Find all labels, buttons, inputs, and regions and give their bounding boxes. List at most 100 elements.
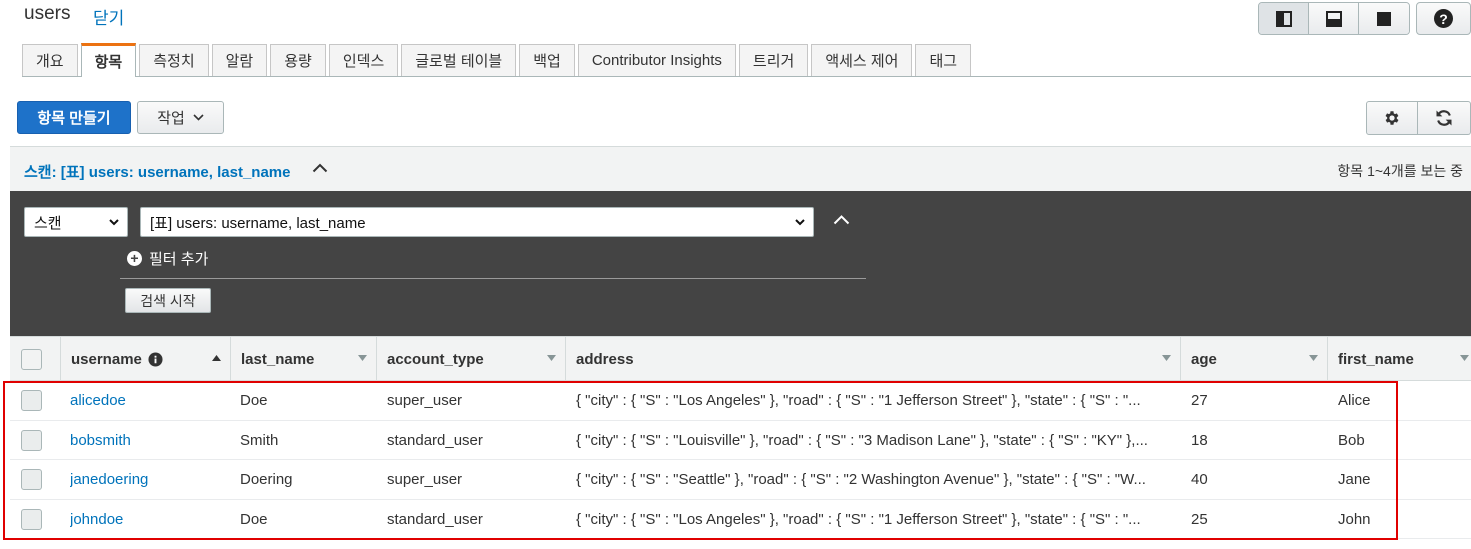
help-button[interactable]: ? xyxy=(1416,2,1471,35)
tab-6[interactable]: 글로벌 테이블 xyxy=(401,44,517,76)
cell-username[interactable]: alicedoe xyxy=(70,381,220,420)
cell-first-name: John xyxy=(1338,510,1371,528)
info-icon[interactable] xyxy=(148,351,163,367)
row-checkbox[interactable] xyxy=(21,469,42,490)
cell-last-name: Smith xyxy=(240,431,279,449)
cell-account-type: super_user xyxy=(387,392,463,409)
settings-button[interactable] xyxy=(1366,101,1418,135)
table-header: username last_name account_type address … xyxy=(10,336,1471,381)
column-header-first-name[interactable]: first_name xyxy=(1327,337,1471,381)
row-checkbox[interactable] xyxy=(21,390,42,411)
chevron-down-icon xyxy=(109,219,119,226)
full-view-button[interactable] xyxy=(1359,3,1409,34)
start-search-button[interactable]: 검색 시작 xyxy=(125,288,211,313)
column-label-username: username xyxy=(71,350,142,368)
sort-icon xyxy=(358,355,367,361)
refresh-button[interactable] xyxy=(1418,101,1471,135)
column-label-address: address xyxy=(576,350,634,368)
cell-username[interactable]: johndoe xyxy=(70,500,220,539)
table-body: alicedoe Doe super_user { "city" : { "S" : … xyxy=(10,381,1471,539)
cell-first-name: Jane xyxy=(1338,471,1371,488)
tab-9[interactable]: 트리거 xyxy=(738,44,809,76)
scan-summary-title[interactable]: 스캔: [표] users: username, last_name xyxy=(24,161,291,182)
filter-divider xyxy=(120,278,866,279)
split-horizontal-icon xyxy=(1325,10,1342,27)
scan-target-value: [표] users: username, last_name xyxy=(150,214,366,232)
full-view-icon xyxy=(1377,11,1391,26)
row-select-cell xyxy=(21,500,51,539)
row-select-cell xyxy=(21,460,51,499)
cell-first-name: Alice xyxy=(1338,392,1371,409)
refresh-icon xyxy=(1436,110,1452,126)
tab-10[interactable]: 액세스 제어 xyxy=(811,44,913,76)
column-label-account-type: account_type xyxy=(387,350,484,368)
table-row[interactable]: janedoering Doering super_user { "city" : {… xyxy=(10,460,1471,500)
table-row[interactable]: alicedoe Doe super_user { "city" : { "S" : … xyxy=(10,381,1471,421)
create-item-button[interactable]: 항목 만들기 xyxy=(17,101,131,134)
cell-last-name: Doering xyxy=(240,471,293,488)
tab-5[interactable]: 인덱스 xyxy=(328,44,399,76)
select-all-cell xyxy=(10,337,60,381)
cell-account-type: super_user xyxy=(387,471,463,488)
cell-age: 40 xyxy=(1191,471,1208,488)
cell-last-name: Doe xyxy=(240,510,268,528)
cell-username[interactable]: bobsmith xyxy=(70,421,220,460)
cell-age: 25 xyxy=(1191,510,1208,528)
cell-last-name: Doe xyxy=(240,392,268,409)
tab-2[interactable]: 측정치 xyxy=(139,44,209,76)
split-vertical-view-button[interactable] xyxy=(1259,3,1309,34)
tab-8[interactable]: Contributor Insights xyxy=(577,44,736,76)
row-checkbox[interactable] xyxy=(21,508,42,530)
page-title: users xyxy=(24,3,71,24)
column-label-age: age xyxy=(1191,350,1217,368)
tab-7[interactable]: 백업 xyxy=(519,44,575,76)
table-row[interactable]: johndoe Doe standard_user { "city" : { "S" … xyxy=(10,500,1471,539)
cell-address: { "city" : { "S" : "Los Angeles" }, "roa… xyxy=(576,510,1141,528)
cell-address: { "city" : { "S" : "Louisville" }, "road… xyxy=(576,431,1148,449)
tab-4[interactable]: 용량 xyxy=(270,44,326,76)
actions-dropdown-button[interactable]: 작업 xyxy=(137,101,224,134)
tab-3[interactable]: 알람 xyxy=(211,44,268,76)
split-vertical-icon xyxy=(1275,10,1292,27)
column-header-username[interactable]: username xyxy=(60,337,230,381)
chevron-down-icon xyxy=(193,114,204,121)
sort-icon xyxy=(1309,355,1318,361)
tab-bar: 개요 항목 측정치 알람 용량 인덱스 글로벌 테이블 백업 Contributor Insig… xyxy=(22,43,974,77)
column-header-age[interactable]: age xyxy=(1180,337,1327,381)
actions-label: 작업 xyxy=(157,110,185,127)
cell-age: 27 xyxy=(1191,392,1208,409)
cell-username[interactable]: janedoering xyxy=(70,460,220,499)
scan-mode-value: 스캔 xyxy=(34,214,62,232)
row-select-cell xyxy=(21,421,51,460)
help-icon: ? xyxy=(1434,9,1453,28)
sort-icon xyxy=(1162,355,1171,361)
cell-account-type: standard_user xyxy=(387,510,483,528)
tab-0[interactable]: 개요 xyxy=(22,44,78,76)
scan-target-select[interactable]: [표] users: username, last_name xyxy=(140,207,814,237)
select-all-checkbox[interactable] xyxy=(21,348,42,370)
gear-icon xyxy=(1385,111,1399,125)
column-label-last-name: last_name xyxy=(241,350,315,368)
chevron-up-icon[interactable] xyxy=(312,163,328,173)
layout-toggle-group xyxy=(1258,2,1410,35)
add-filter-button[interactable]: + 필터 추가 xyxy=(127,248,208,269)
column-header-address[interactable]: address xyxy=(565,337,1180,381)
scan-summary-bar[interactable]: 스캔: [표] users: username, last_name 항목 1~… xyxy=(10,146,1471,191)
collapse-panel-icon[interactable] xyxy=(833,214,850,225)
tab-1[interactable]: 항목 xyxy=(80,43,137,77)
column-header-account-type[interactable]: account_type xyxy=(376,337,565,381)
scan-mode-select[interactable]: 스캔 xyxy=(24,207,128,237)
add-filter-label: 필터 추가 xyxy=(149,251,209,268)
cell-address: { "city" : { "S" : "Los Angeles" }, "roa… xyxy=(576,392,1141,409)
close-link[interactable]: 닫기 xyxy=(93,4,124,29)
row-checkbox[interactable] xyxy=(21,429,42,451)
row-select-cell xyxy=(21,381,51,420)
scan-filter-panel: 스캔 [표] users: username, last_name + 필터 추… xyxy=(10,191,1471,336)
tab-11[interactable]: 태그 xyxy=(915,44,972,76)
column-label-first-name: first_name xyxy=(1338,350,1414,368)
split-horizontal-view-button[interactable] xyxy=(1309,3,1359,34)
cell-age: 18 xyxy=(1191,431,1208,449)
column-header-last-name[interactable]: last_name xyxy=(230,337,376,381)
scan-status-text: 항목 1~4개를 보는 중 xyxy=(1337,163,1463,179)
table-row[interactable]: bobsmith Smith standard_user { "city" : { "… xyxy=(10,421,1471,460)
